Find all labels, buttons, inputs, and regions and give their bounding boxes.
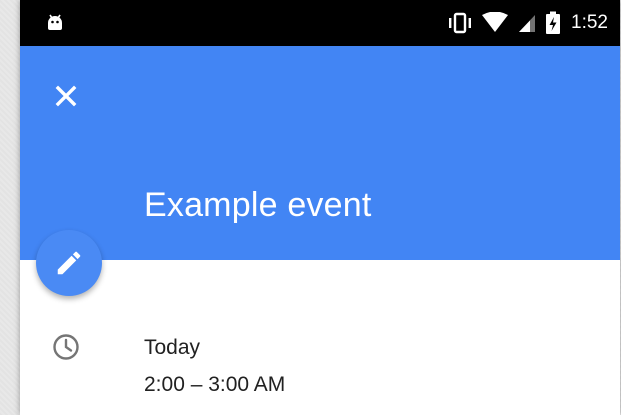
- status-icons: 1:52: [447, 0, 608, 46]
- edit-button[interactable]: [36, 230, 102, 296]
- edit-pencil-icon: [57, 251, 81, 275]
- event-date: Today: [144, 336, 201, 359]
- close-button[interactable]: [50, 80, 82, 112]
- signal-icon: [519, 15, 536, 32]
- status-bar: 1:52: [20, 0, 620, 46]
- wifi-icon: [482, 12, 509, 32]
- phone-screen: 1:52 Example event Today 2:00 – 3:00 AM: [20, 0, 620, 415]
- app-bar: Example event: [20, 46, 620, 260]
- status-time: 1:52: [571, 12, 608, 33]
- battery-charging-icon: [546, 11, 561, 34]
- event-details: Today 2:00 – 3:00 AM: [20, 260, 620, 415]
- event-title: Example event: [144, 186, 372, 224]
- clock-icon: [53, 334, 79, 360]
- close-icon: [55, 85, 77, 107]
- android-debug-icon: [48, 14, 62, 30]
- vibrate-icon: [449, 12, 472, 34]
- event-time-range: 2:00 – 3:00 AM: [144, 373, 286, 396]
